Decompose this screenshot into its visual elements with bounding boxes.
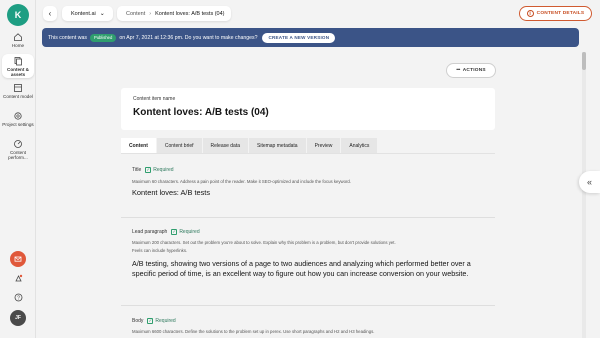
body-guidelines: Maximum 6600 characters. Define the solu…: [132, 329, 375, 334]
title-guidelines: Maximum 60 characters. Address a pain po…: [132, 179, 352, 184]
check-icon: ✓: [145, 167, 152, 173]
actions-label: ACTIONS: [462, 68, 486, 73]
double-chevron-left-icon: «: [586, 177, 592, 187]
nav-item-project-settings[interactable]: Project settings: [2, 111, 34, 127]
project-selector[interactable]: Kontent.ai ⌄: [62, 6, 113, 21]
content-item-name[interactable]: Kontent loves: A/B tests (04): [133, 107, 269, 118]
breadcrumb: Content › Kontent loves: A/B tests (04): [117, 6, 231, 21]
tab-analytics[interactable]: Analytics: [341, 138, 378, 153]
required-label: Required: [179, 229, 200, 235]
model-icon: [14, 84, 22, 92]
chevron-left-icon: ‹: [48, 9, 52, 18]
content-item-name-card: Content item name Kontent loves: A/B tes…: [121, 88, 495, 130]
breadcrumb-current: Kontent loves: A/B tests (04): [155, 10, 225, 17]
scrollbar-thumb[interactable]: [582, 52, 586, 70]
breadcrumb-content-link[interactable]: Content: [126, 11, 145, 17]
info-icon: i: [526, 10, 534, 17]
nav-item-content-model[interactable]: Content model: [2, 83, 34, 99]
nav-item-label: Content perform...: [8, 150, 28, 160]
nav-item-home[interactable]: Home: [2, 32, 34, 48]
body-field-label: Body ✓ Required: [132, 318, 176, 324]
nav-item-label: Home: [11, 43, 25, 48]
scrollbar-track[interactable]: [582, 52, 586, 338]
tab-preview[interactable]: Preview: [306, 138, 341, 153]
actions-button[interactable]: ••• ACTIONS: [446, 63, 496, 78]
feedback-button[interactable]: [10, 251, 26, 267]
create-new-version-button[interactable]: CREATE A NEW VERSION: [262, 32, 336, 43]
field-label: Lead paragraph: [132, 229, 168, 235]
tab-release-data[interactable]: Release data: [202, 138, 248, 153]
avatar[interactable]: JF: [10, 310, 26, 326]
lead-paragraph-line-1[interactable]: A/B testing, showing two versions of a p…: [132, 259, 471, 268]
lead-guidelines-hyperlinks: Feels can include hyperlinks.: [132, 248, 188, 253]
tab-content[interactable]: Content: [121, 138, 156, 153]
nav-item-content-performance[interactable]: Content perform...: [2, 139, 34, 160]
required-label: Required: [155, 318, 176, 324]
more-icon: •••: [456, 68, 460, 73]
required-label: Required: [153, 167, 174, 173]
tab-sitemap-metadata[interactable]: Sitemap metadata: [249, 138, 306, 153]
svg-text:?: ?: [17, 295, 20, 301]
tab-content-brief[interactable]: Content brief: [156, 138, 202, 153]
expand-sidebar-button[interactable]: «: [579, 171, 600, 193]
mail-icon: [14, 256, 22, 262]
content-details-button[interactable]: i CONTENT DETAILS: [519, 6, 592, 21]
check-icon: ✓: [147, 318, 154, 324]
performance-icon: [14, 140, 22, 148]
content-tabs: Content Content brief Release data Sitem…: [121, 138, 378, 153]
field-label: Title: [132, 167, 142, 173]
gear-icon: [14, 112, 22, 120]
title-field-label: Title ✓ Required: [132, 167, 174, 173]
banner-text-after: on Apr 7, 2021 at 12:36 pm. Do you want …: [119, 34, 258, 41]
lead-guidelines: Maximum 200 characters. Set out the prob…: [132, 240, 396, 245]
banner-text-before: This content was: [48, 34, 87, 41]
back-button[interactable]: ‹: [43, 6, 57, 21]
notifications-button[interactable]: [10, 270, 26, 286]
kontent-logo-icon[interactable]: K: [7, 4, 29, 26]
left-navigation: K Home Content & assets Content model Pr…: [0, 0, 36, 338]
content-icon: [14, 57, 22, 66]
chevron-down-icon: ⌄: [99, 11, 105, 17]
chevron-right-icon: ›: [149, 10, 152, 17]
nav-item-content-assets[interactable]: Content & assets: [2, 54, 34, 78]
help-button[interactable]: ?: [10, 289, 26, 305]
published-banner: This content was Published on Apr 7, 202…: [42, 28, 579, 47]
field-divider: [121, 305, 495, 306]
title-input[interactable]: Kontent loves: A/B tests: [132, 188, 210, 197]
content-item-name-label: Content item name: [133, 96, 176, 102]
nav-item-label: Content & assets: [7, 67, 29, 77]
nav-item-label: Content model: [3, 94, 33, 99]
field-label: Body: [132, 318, 144, 324]
content-details-label: CONTENT DETAILS: [536, 11, 585, 16]
lead-paragraph-field-label: Lead paragraph ✓ Required: [132, 229, 200, 235]
lead-paragraph-line-2[interactable]: specific period of time, is an excellent…: [132, 269, 468, 278]
nav-item-label: Project settings: [2, 122, 34, 127]
project-name: Kontent.ai: [71, 10, 96, 17]
status-badge: Published: [89, 33, 117, 42]
notification-icon: [14, 274, 22, 281]
home-icon: [14, 33, 22, 41]
help-icon: ?: [14, 293, 22, 301]
field-divider: [121, 217, 495, 218]
check-icon: ✓: [171, 229, 178, 235]
